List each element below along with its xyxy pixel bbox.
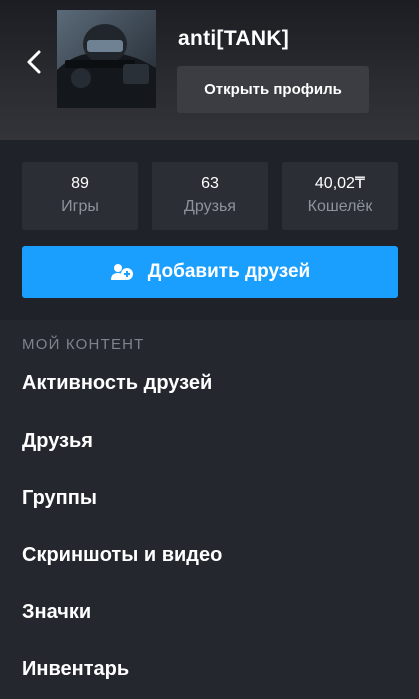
menu-item-screenshots[interactable]: Скриншоты и видео (22, 544, 222, 567)
stat-friends[interactable]: 63 Друзья (152, 162, 268, 230)
menu-item-inventory[interactable]: Инвентарь (22, 658, 129, 681)
add-friends-button[interactable]: Добавить друзей (22, 246, 398, 298)
stat-friends-label: Друзья (184, 198, 236, 215)
menu-item-friends-activity[interactable]: Активность друзей (22, 372, 212, 395)
stats-section: 89 Игры 63 Друзья 40,02₸ Кошелёк Добавит… (0, 140, 419, 320)
menu-item-badges[interactable]: Значки (22, 601, 91, 624)
my-content-section: МОЙ КОНТЕНТ Активность друзей Друзья Гру… (0, 320, 419, 699)
section-title: МОЙ КОНТЕНТ (22, 336, 145, 353)
add-user-icon (110, 262, 134, 282)
add-friends-label: Добавить друзей (147, 261, 311, 282)
stat-friends-value: 63 (201, 175, 219, 192)
avatar[interactable] (57, 10, 156, 108)
chevron-left-icon (27, 50, 41, 74)
stat-games[interactable]: 89 Игры (22, 162, 138, 230)
stat-wallet-value: 40,02₸ (314, 175, 366, 192)
menu-item-groups[interactable]: Группы (22, 487, 97, 510)
menu-item-friends[interactable]: Друзья (22, 430, 93, 453)
stat-wallet-label: Кошелёк (307, 198, 373, 215)
stat-games-value: 89 (71, 175, 89, 192)
stat-games-label: Игры (61, 198, 99, 215)
profile-header: anti[TANK] Открыть профиль (0, 0, 419, 140)
username: anti[TANK] (178, 27, 290, 50)
open-profile-button[interactable]: Открыть профиль (177, 66, 369, 113)
back-button[interactable] (16, 44, 52, 80)
stat-wallet[interactable]: 40,02₸ Кошелёк (282, 162, 398, 230)
